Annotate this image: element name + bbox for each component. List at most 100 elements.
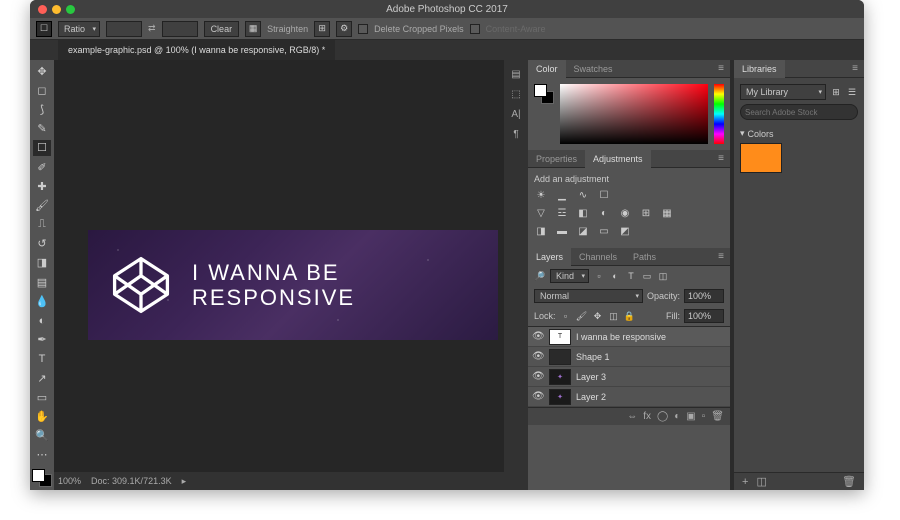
history-panel-icon[interactable]: ▤ [508, 66, 524, 82]
color-swatches[interactable] [32, 469, 52, 487]
lasso-tool-icon[interactable]: ⟆ [33, 101, 51, 117]
move-tool-icon[interactable]: ✥ [33, 63, 51, 79]
library-dropdown[interactable]: My Library [740, 84, 826, 100]
lock-artboard-icon[interactable]: ◫ [608, 310, 620, 322]
new-layer-icon[interactable]: ▫ [702, 411, 706, 422]
eyedropper-tool-icon[interactable]: ✐ [33, 159, 51, 175]
channel-mixer-icon[interactable]: ⊞ [639, 206, 653, 220]
lock-trans-icon[interactable]: ▫ [560, 310, 572, 322]
link-layers-icon[interactable]: ⇔ [627, 411, 637, 422]
marquee-tool-icon[interactable]: ◻ [33, 82, 51, 98]
lock-all-icon[interactable]: 🔒 [624, 310, 636, 322]
tab-properties[interactable]: Properties [528, 150, 585, 168]
panel-color-swatches[interactable] [534, 84, 554, 104]
crop-tool-icon[interactable]: ☐ [33, 140, 51, 156]
library-color-swatch[interactable] [740, 143, 782, 173]
layer-row[interactable]: 👁 T I wanna be responsive [528, 327, 730, 347]
pen-tool-icon[interactable]: ✒ [33, 332, 51, 348]
panel-menu-icon[interactable]: ≡ [712, 153, 730, 164]
fill-input[interactable] [684, 309, 724, 323]
add-content-icon[interactable]: + [742, 476, 748, 488]
panel-menu-icon[interactable]: ≡ [712, 251, 730, 262]
library-search-input[interactable] [740, 104, 858, 120]
ratio-width-input[interactable] [106, 21, 142, 37]
panel-menu-icon[interactable]: ≡ [712, 63, 730, 74]
opacity-input[interactable] [684, 289, 724, 303]
shape-tool-icon[interactable]: ▭ [33, 389, 51, 405]
delete-layer-icon[interactable]: 🗑 [711, 411, 724, 422]
list-view-icon[interactable]: ☰ [846, 86, 858, 98]
zoom-level[interactable]: 100% [58, 476, 81, 486]
exposure-icon[interactable]: ☐ [597, 188, 611, 202]
history-brush-tool-icon[interactable]: ↺ [33, 236, 51, 252]
hand-tool-icon[interactable]: ✋ [33, 408, 51, 424]
panel-menu-icon[interactable]: ≡ [846, 63, 864, 74]
grid-overlay-icon[interactable]: ⊞ [314, 21, 330, 37]
type-tool-icon[interactable]: T [33, 351, 51, 367]
filter-shape-icon[interactable]: ▭ [641, 270, 653, 282]
ratio-dropdown[interactable]: Ratio [58, 21, 100, 37]
filter-pixel-icon[interactable]: ▫ [593, 270, 605, 282]
brush-tool-icon[interactable]: 🖌 [33, 197, 51, 213]
minimize-icon[interactable] [52, 5, 61, 14]
visibility-icon[interactable]: 👁 [532, 331, 544, 342]
invert-icon[interactable]: ◨ [534, 224, 548, 238]
hue-icon[interactable]: ☲ [555, 206, 569, 220]
layer-row[interactable]: 👁 ✦ Layer 2 [528, 387, 730, 407]
bw-icon[interactable]: ◐ [597, 206, 611, 220]
lock-pos-icon[interactable]: ✥ [592, 310, 604, 322]
posterize-icon[interactable]: ▬ [555, 224, 569, 238]
filter-type-icon[interactable]: T [625, 270, 637, 282]
filter-smart-icon[interactable]: ◫ [657, 270, 669, 282]
crop-options-icon[interactable]: ⚙ [336, 21, 352, 37]
zoom-icon[interactable] [66, 5, 75, 14]
straighten-icon[interactable]: ▦ [245, 21, 261, 37]
group-icon[interactable]: ▣ [686, 411, 695, 422]
brightness-icon[interactable]: ☀ [534, 188, 548, 202]
delete-cropped-checkbox[interactable] [358, 24, 368, 34]
lock-image-icon[interactable]: 🖌 [576, 310, 588, 322]
tab-color[interactable]: Color [528, 60, 566, 78]
color-lookup-icon[interactable]: ▦ [660, 206, 674, 220]
filter-kind-dropdown[interactable]: Kind [550, 269, 589, 283]
layer-fx-icon[interactable]: fx [643, 411, 651, 422]
crop-tool-icon[interactable]: ☐ [36, 21, 52, 37]
visibility-icon[interactable]: 👁 [532, 351, 544, 362]
paragraph-panel-icon[interactable]: A| [508, 106, 524, 122]
hue-strip[interactable] [714, 84, 724, 144]
swap-icon[interactable]: ⇄ [148, 23, 156, 34]
stamp-tool-icon[interactable]: ⎍ [33, 217, 51, 233]
library-section-header[interactable]: ▾Colors [740, 128, 858, 139]
search-icon[interactable]: 🔎 [534, 270, 546, 282]
tab-channels[interactable]: Channels [571, 248, 625, 266]
tab-layers[interactable]: Layers [528, 248, 571, 266]
edit-toolbar-icon[interactable]: ⋯ [33, 447, 51, 463]
dodge-tool-icon[interactable]: ◐ [33, 312, 51, 328]
tab-adjustments[interactable]: Adjustments [585, 150, 651, 168]
zoom-tool-icon[interactable]: 🔍 [33, 428, 51, 444]
tab-swatches[interactable]: Swatches [566, 60, 621, 78]
tab-libraries[interactable]: Libraries [734, 60, 785, 78]
glyphs-panel-icon[interactable]: ¶ [508, 126, 524, 142]
document-tab[interactable]: example-graphic.psd @ 100% (I wanna be r… [58, 40, 335, 60]
clear-button[interactable]: Clear [204, 21, 240, 37]
adjustment-layer-icon[interactable]: ◐ [674, 411, 680, 422]
heal-tool-icon[interactable]: ✚ [33, 178, 51, 194]
content-aware-checkbox[interactable] [470, 24, 480, 34]
blur-tool-icon[interactable]: 💧 [33, 293, 51, 309]
grid-view-icon[interactable]: ⊞ [830, 86, 842, 98]
vibrance-icon[interactable]: ▽ [534, 206, 548, 220]
doc-size[interactable]: Doc: 309.1K/721.3K [91, 476, 172, 486]
visibility-icon[interactable]: 👁 [532, 391, 544, 402]
delete-asset-icon[interactable]: 🗑 [842, 475, 856, 488]
filter-adjust-icon[interactable]: ◐ [609, 270, 621, 282]
canvas[interactable]: I WANNA BE RESPONSIVE 100% Doc: 309.1K/7… [54, 60, 504, 490]
character-panel-icon[interactable]: ⬚ [508, 86, 524, 102]
path-tool-icon[interactable]: ↗ [33, 370, 51, 386]
color-balance-icon[interactable]: ◧ [576, 206, 590, 220]
gradient-tool-icon[interactable]: ▤ [33, 274, 51, 290]
eraser-tool-icon[interactable]: ◨ [33, 255, 51, 271]
tab-paths[interactable]: Paths [625, 248, 664, 266]
curves-icon[interactable]: ∿ [576, 188, 590, 202]
layer-mask-icon[interactable]: ◯ [657, 411, 668, 422]
